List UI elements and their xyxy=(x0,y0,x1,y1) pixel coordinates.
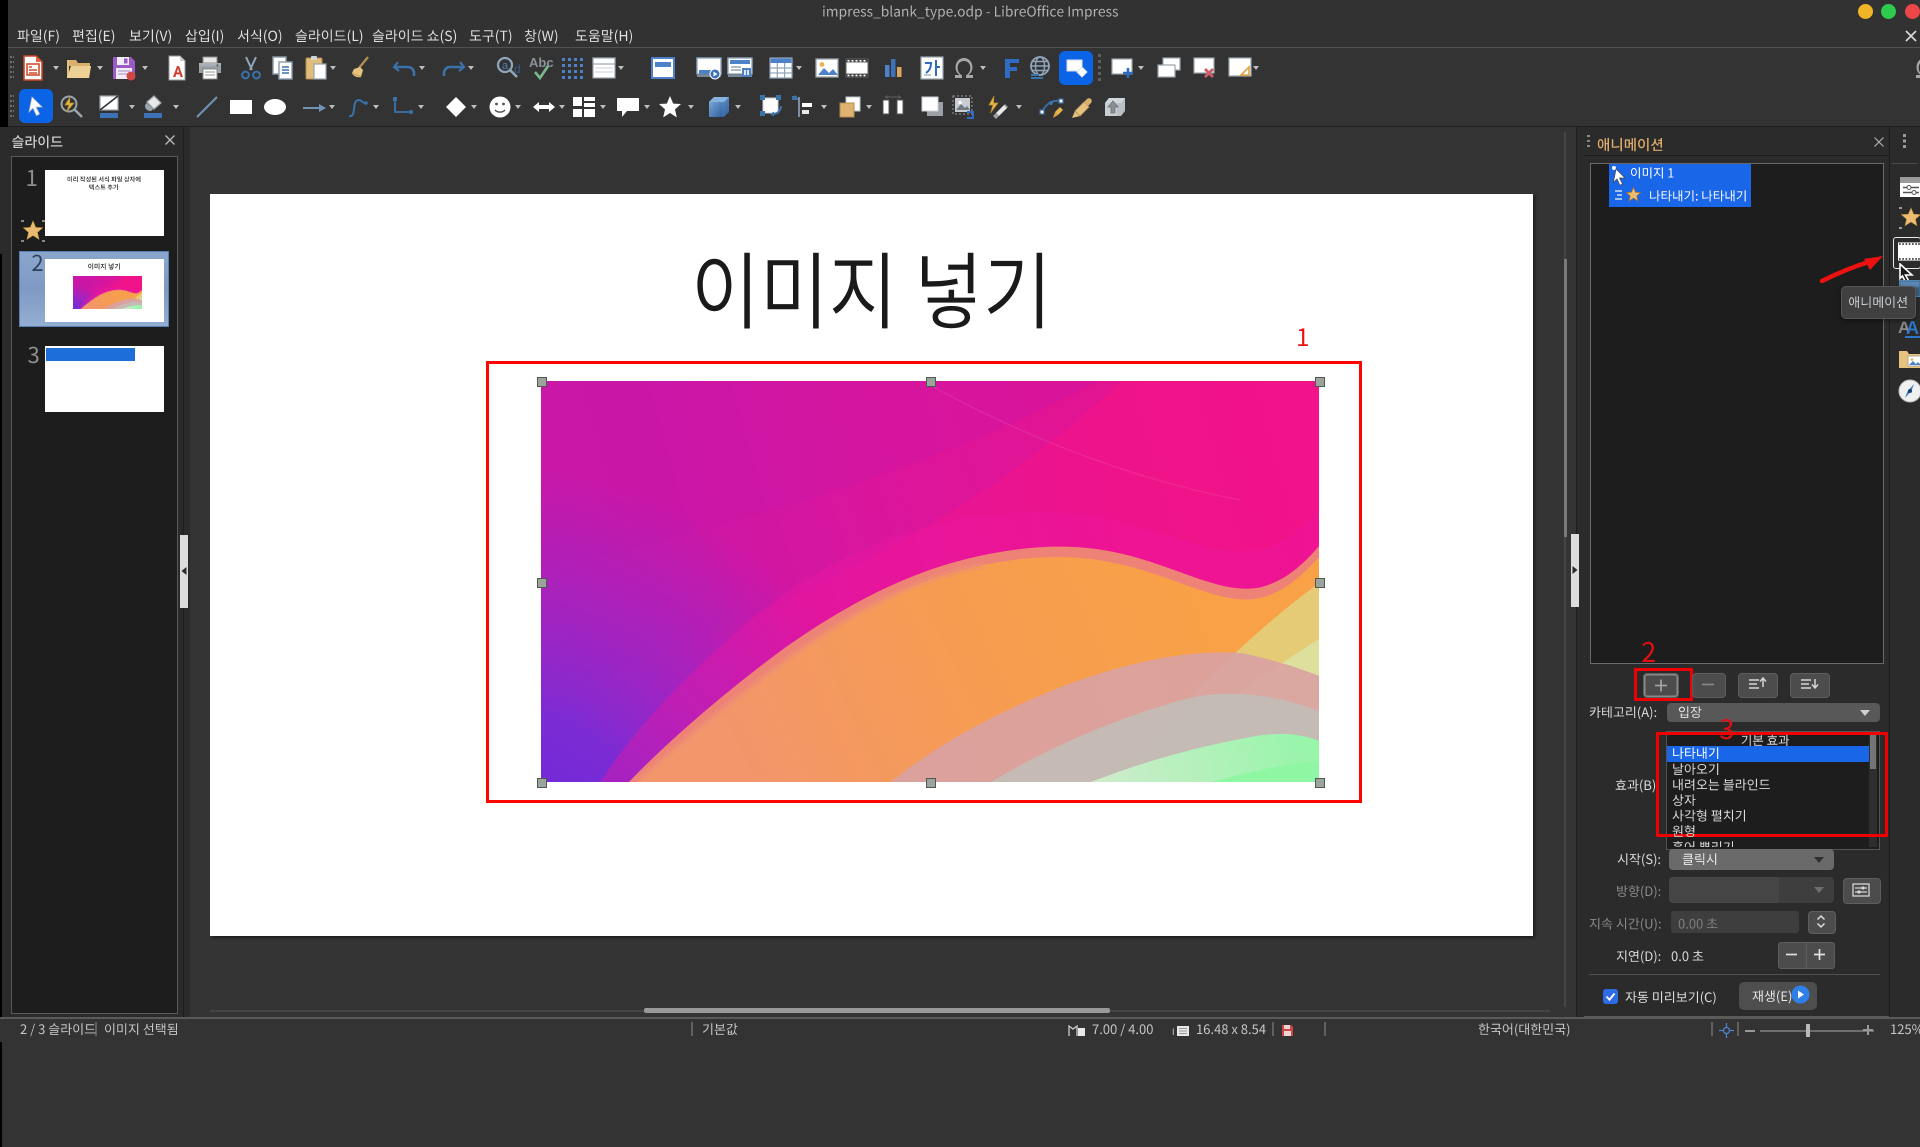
svg-text:I: I xyxy=(1172,1027,1175,1037)
svg-text:Abc: Abc xyxy=(529,55,554,70)
svg-text:A: A xyxy=(1906,318,1919,338)
svg-text:d: d xyxy=(514,62,520,76)
svg-text:a: a xyxy=(502,60,509,72)
